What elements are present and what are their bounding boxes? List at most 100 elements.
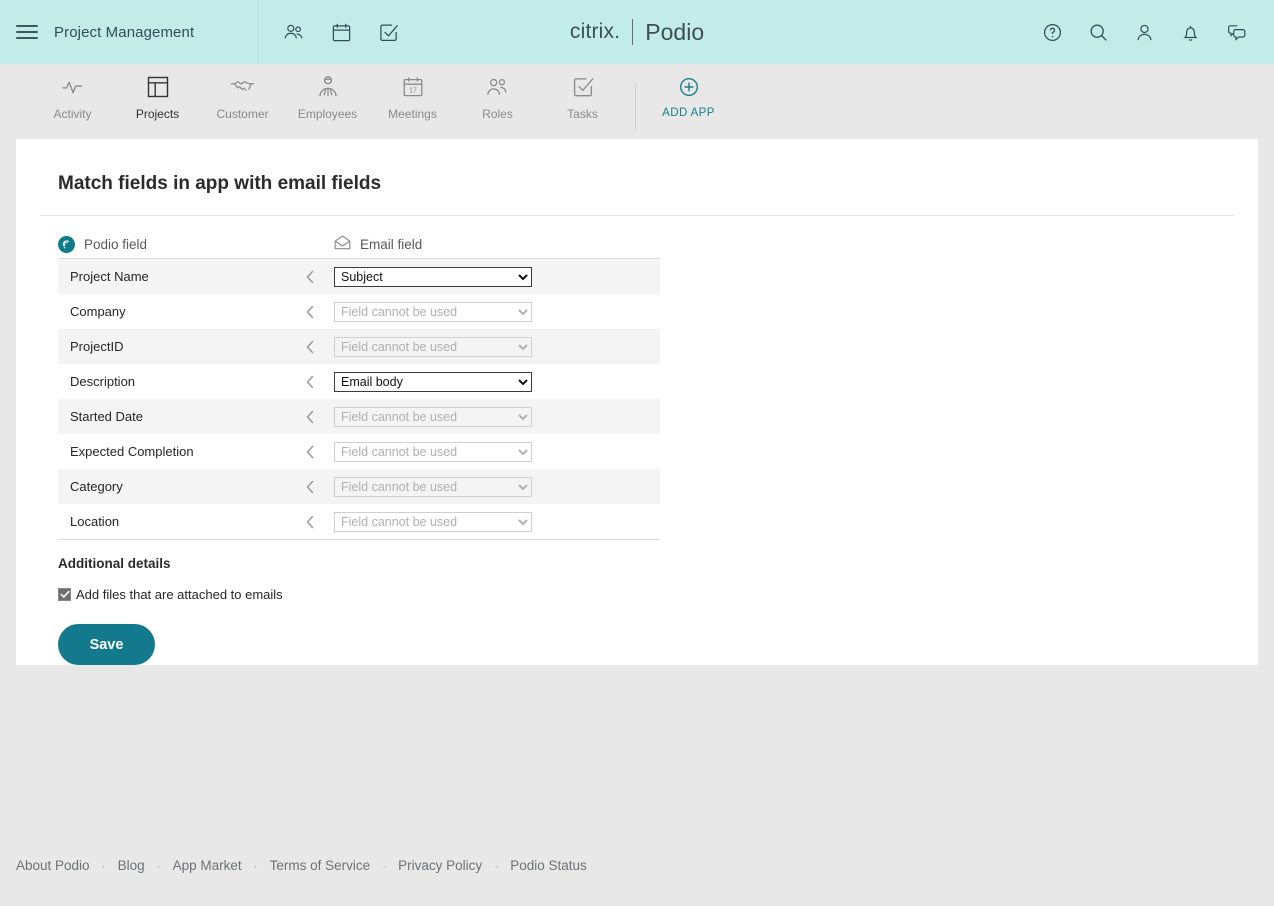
footer-link[interactable]: Privacy Policy (398, 858, 482, 873)
nav-label-customer: Customer (216, 107, 269, 121)
app-navigation-bar: Activity Projects Customer Employees 17 … (0, 64, 1274, 139)
nav-label-meetings: Meetings (388, 107, 437, 121)
podio-field-name: Project Name (70, 269, 149, 284)
footer-link[interactable]: About Podio (16, 858, 90, 873)
chevron-left-icon (286, 374, 334, 390)
nav-item-tasks[interactable]: Tasks (540, 74, 625, 121)
email-field-cell: Field cannot be used (334, 301, 660, 322)
table-row: Expected Completion Field cannot be used (58, 434, 660, 469)
add-app-button[interactable]: ADD APP (646, 74, 731, 119)
email-field-cell: Field cannot be used (334, 511, 660, 532)
podio-field-name: ProjectID (70, 339, 124, 354)
email-field-select: Field cannot be used (334, 511, 532, 532)
table-row: Company Field cannot be used (58, 294, 660, 329)
nav-label-employees: Employees (297, 107, 358, 121)
email-field-select: Field cannot be used (334, 476, 532, 497)
column-header-podio-field: Podio field (58, 235, 334, 253)
podio-logo-icon (58, 235, 75, 253)
calendar-17-icon: 17 (401, 74, 425, 100)
svg-text:17: 17 (409, 87, 417, 94)
nav-divider (635, 82, 636, 131)
additional-details-title: Additional details (58, 556, 171, 571)
nav-item-roles[interactable]: Roles (455, 74, 540, 121)
chevron-left-icon (286, 409, 334, 425)
table-row: Description Email body (58, 364, 660, 399)
email-field-select: Field cannot be used (334, 406, 532, 427)
email-field-select: Field cannot be used (334, 336, 532, 357)
table-row: ProjectID Field cannot be used (58, 329, 660, 364)
footer: About Podio · Blog · App Market · Terms of Ser… (0, 858, 1274, 873)
column-header-podio-label: Podio field (84, 236, 148, 252)
footer-separator: · (101, 858, 106, 873)
column-header-email-field: Email field (334, 235, 422, 253)
nav-item-projects[interactable]: Projects (115, 74, 200, 121)
contacts-icon[interactable] (283, 22, 305, 42)
footer-link[interactable]: Blog (118, 858, 145, 873)
profile-icon[interactable] (1134, 22, 1155, 43)
nav-label-tasks: Tasks (567, 107, 598, 121)
chevron-left-icon (286, 479, 334, 495)
nav-label-activity: Activity (53, 107, 92, 121)
footer-link[interactable]: Terms of Service (270, 858, 371, 873)
header-left-icon-group (259, 22, 399, 43)
table-column-headers: Podio field Email field (58, 216, 660, 258)
podio-field-name: Location (70, 514, 120, 529)
help-icon[interactable] (1042, 22, 1063, 43)
chat-icon[interactable] (1226, 22, 1248, 42)
projects-layout-icon (146, 74, 170, 100)
email-field-select[interactable]: Email body (334, 371, 532, 392)
podio-field-name: Started Date (70, 409, 143, 424)
attach-files-checkbox[interactable] (58, 588, 71, 601)
podio-field-name: Category (70, 479, 123, 494)
save-button[interactable]: Save (58, 624, 155, 665)
header-workspace-section: Project Management (0, 0, 259, 64)
footer-separator: · (156, 858, 161, 873)
podio-field-name: Expected Completion (70, 444, 194, 459)
brand-podio-text: Podio (645, 18, 705, 45)
nav-item-customer[interactable]: Customer (200, 74, 285, 121)
tasks-check-icon[interactable] (378, 22, 399, 43)
app-page: Project Management citrix. Podio Activit… (0, 0, 1274, 906)
brand-citrix-text: citrix. (569, 20, 621, 43)
attach-files-checkbox-label: Add files that are attached to emails (76, 587, 283, 602)
footer-separator: · (382, 858, 387, 873)
email-field-cell: Field cannot be used (334, 441, 660, 462)
email-field-select: Field cannot be used (334, 441, 532, 462)
email-field-cell: Field cannot be used (334, 476, 660, 497)
activity-pulse-icon (60, 74, 86, 100)
hamburger-icon[interactable] (16, 25, 38, 39)
nav-item-meetings[interactable]: 17 Meetings (370, 74, 455, 121)
nav-item-activity[interactable]: Activity (30, 74, 115, 121)
email-field-select: Field cannot be used (334, 301, 532, 322)
nav-label-projects: Projects (135, 107, 180, 121)
footer-link[interactable]: Podio Status (510, 858, 587, 873)
match-fields-card: Match fields in app with email fields Po… (16, 139, 1258, 665)
email-field-cell: Subject (334, 266, 660, 287)
task-check-icon (571, 74, 595, 100)
podio-field-name: Description (70, 374, 136, 389)
chevron-left-icon (286, 514, 334, 530)
nav-label-roles: Roles (482, 107, 513, 121)
search-icon[interactable] (1088, 22, 1109, 43)
table-rows: Project Name Subject Company Field cannot b… (58, 259, 660, 539)
footer-separator: · (494, 858, 499, 873)
table-bottom-divider (58, 539, 660, 540)
email-field-select[interactable]: Subject (334, 266, 532, 287)
calendar-icon[interactable] (331, 22, 352, 43)
column-header-email-label: Email field (360, 236, 423, 252)
chevron-left-icon (286, 269, 334, 285)
roles-people-icon (484, 74, 511, 100)
plus-circle-icon (678, 74, 700, 100)
nav-item-employees[interactable]: Employees (285, 74, 370, 121)
chevron-left-icon (286, 304, 334, 320)
email-field-cell: Email body (334, 371, 660, 392)
table-row: Started Date Field cannot be used (58, 399, 660, 434)
footer-link[interactable]: App Market (173, 858, 242, 873)
additional-details-section: Additional details Add files that are at… (58, 556, 1234, 665)
attach-files-checkbox-row[interactable]: Add files that are attached to emails (58, 587, 1234, 602)
chevron-left-icon (286, 444, 334, 460)
notifications-bell-icon[interactable] (1180, 22, 1201, 43)
employee-icon (316, 74, 340, 100)
email-field-cell: Field cannot be used (334, 406, 660, 427)
table-row: Category Field cannot be used (58, 469, 660, 504)
